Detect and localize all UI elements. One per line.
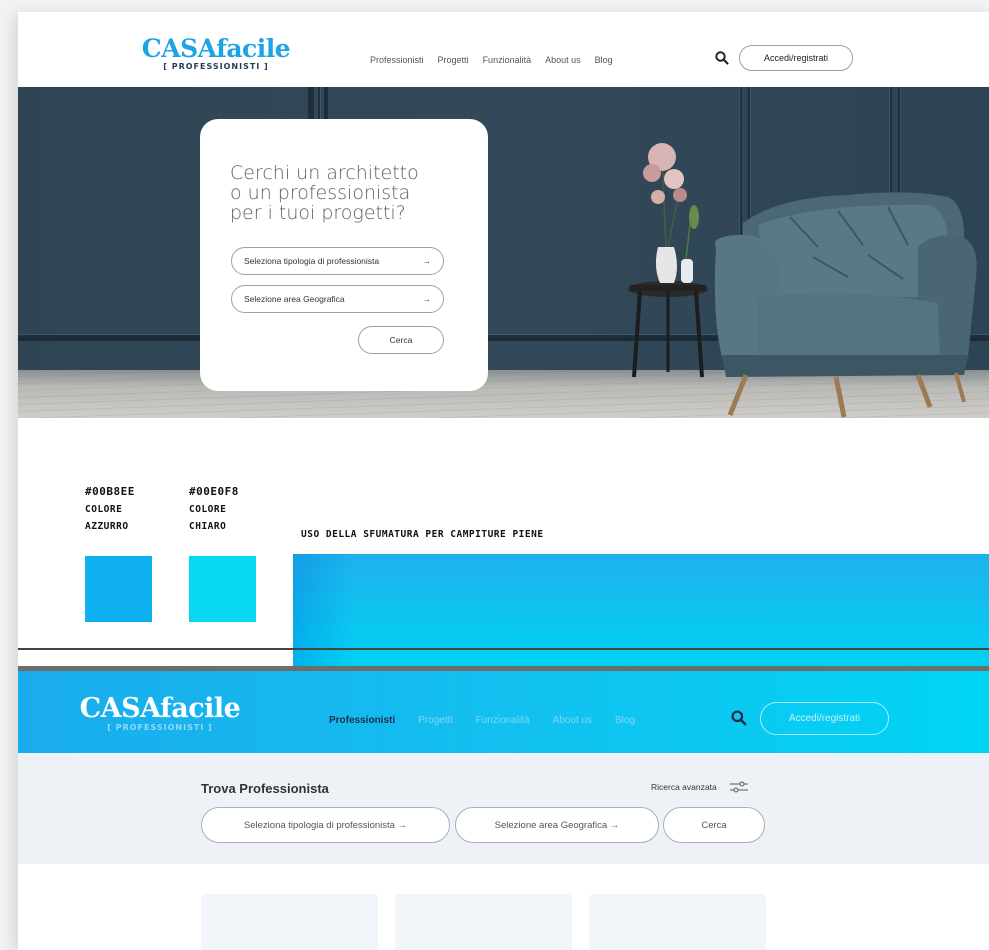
armchair-illustration <box>628 143 977 418</box>
nav-funzionalita[interactable]: Funzionalità <box>483 55 532 65</box>
nav-about[interactable]: About us <box>553 715 592 726</box>
main-nav: Professionisti Progetti Funzionalità Abo… <box>329 715 658 726</box>
hero-title: Cerchi un architetto o un professionista… <box>230 163 430 223</box>
nav-progetti[interactable]: Progetti <box>418 715 452 726</box>
search-button[interactable]: Cerca <box>663 807 765 843</box>
header-light: CASAfacile [ PROFESSIONISTI ] Profession… <box>18 12 989 87</box>
login-button[interactable]: Accedi/registrati <box>760 702 889 735</box>
logo-sub: [ PROFESSIONISTI ] <box>107 723 213 732</box>
swatch-chiaro <box>189 556 256 622</box>
nav-professionisti[interactable]: Professionisti <box>370 55 424 65</box>
gradient-label: USO DELLA SFUMATURA PER CAMPITURE PIENE <box>301 529 544 540</box>
logo-word: CASAfacile <box>141 34 291 63</box>
advanced-search-link[interactable]: Ricerca avanzata <box>651 782 717 792</box>
nav-progetti[interactable]: Progetti <box>438 55 469 65</box>
login-button[interactable]: Accedi/registrati <box>739 45 853 71</box>
logo[interactable]: CASAfacile [ PROFESSIONISTI ] <box>136 36 296 71</box>
nav-funzionalita[interactable]: Funzionalità <box>476 715 530 726</box>
color-label-line1: COLORE <box>189 504 227 515</box>
search-card: Cerchi un architetto o un professionista… <box>200 119 488 391</box>
color-label: COLORE CHIARO <box>189 501 239 535</box>
color-chiaro: #00E0F8 COLORE CHIARO <box>189 485 239 535</box>
arrow-right-icon: → <box>422 256 432 266</box>
color-azzurro: #00B8EE COLORE AZZURRO <box>85 485 135 535</box>
hero: Cerchi un architetto o un professionista… <box>18 87 989 418</box>
finder-title: Trova Professionista <box>201 781 329 796</box>
logo-word: CASAfacile <box>79 693 241 724</box>
header-blue: CASAfacile [ PROFESSIONISTI ] Profession… <box>18 671 989 753</box>
geo-area-select[interactable]: Selezione area Geografica → <box>231 285 444 313</box>
search-icon[interactable] <box>714 50 730 66</box>
color-hex: #00E0F8 <box>189 485 239 498</box>
main-nav: Professionisti Progetti Funzionalità Abo… <box>370 55 627 65</box>
result-card[interactable] <box>201 894 378 950</box>
result-card[interactable] <box>589 894 766 950</box>
profession-type-label: Seleziona tipologia di professionista <box>244 256 380 266</box>
logo-sub: [ PROFESSIONISTI ] <box>163 62 269 71</box>
color-label: COLORE AZZURRO <box>85 501 135 535</box>
color-label-line2: AZZURRO <box>85 521 129 532</box>
geo-area-label: Selezione area Geografica <box>244 294 345 304</box>
nav-professionisti[interactable]: Professionisti <box>329 715 395 726</box>
search-icon[interactable] <box>730 709 748 727</box>
color-label-line1: COLORE <box>85 504 123 515</box>
nav-about[interactable]: About us <box>545 55 581 65</box>
search-button[interactable]: Cerca <box>358 326 444 354</box>
color-label-line2: CHIARO <box>189 521 227 532</box>
mockup-sheet: CASAfacile [ PROFESSIONISTI ] Profession… <box>18 12 989 950</box>
color-hex: #00B8EE <box>85 485 135 498</box>
logo[interactable]: CASAfacile [ PROFESSIONISTI ] <box>68 695 252 732</box>
hero-title-text: Cerchi un architetto o un professionista… <box>230 162 419 224</box>
nav-blog[interactable]: Blog <box>595 55 613 65</box>
swatch-azzurro <box>85 556 152 622</box>
arrow-right-icon: → <box>422 294 432 304</box>
sliders-icon[interactable] <box>729 780 749 794</box>
finder-bar: Trova Professionista Ricerca avanzata Se… <box>18 753 989 864</box>
profession-type-select[interactable]: Seleziona tipologia di professionista → <box>201 807 450 843</box>
nav-blog[interactable]: Blog <box>615 715 635 726</box>
profession-type-select[interactable]: Seleziona tipologia di professionista → <box>231 247 444 275</box>
result-card[interactable] <box>395 894 572 950</box>
divider-line <box>18 648 989 650</box>
geo-area-select[interactable]: Selezione area Geografica → <box>455 807 659 843</box>
